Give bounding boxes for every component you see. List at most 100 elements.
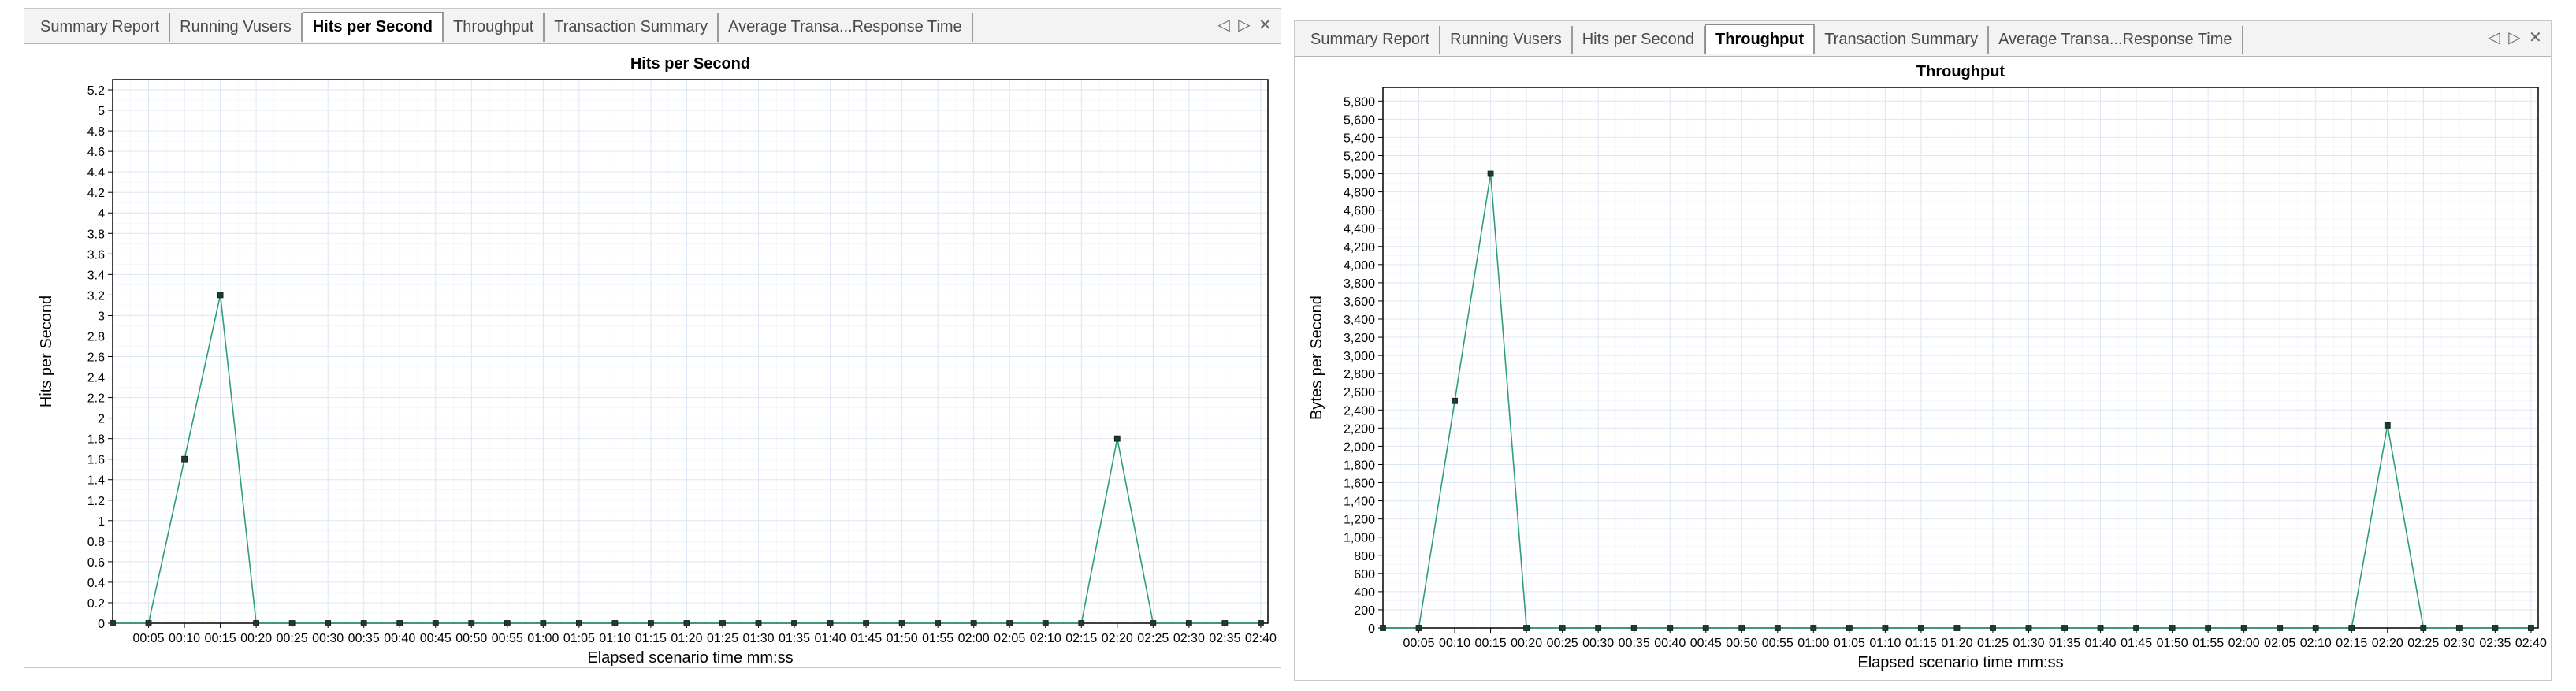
y-tick-label: 1.4 — [87, 474, 105, 488]
y-tick-label: 5,000 — [1344, 169, 1375, 182]
x-tick-label: 01:05 — [563, 632, 595, 645]
x-tick-label: 02:15 — [1065, 632, 1097, 645]
y-tick-label: 400 — [1354, 586, 1375, 600]
data-point — [1667, 625, 1674, 631]
x-tick-label: 01:45 — [850, 632, 882, 645]
tab-transaction-summary[interactable]: Transaction Summary — [545, 13, 719, 42]
x-tick-label: 00:25 — [277, 632, 308, 645]
x-tick-label: 02:35 — [1209, 632, 1240, 645]
data-point — [611, 620, 619, 626]
data-point — [1846, 625, 1853, 631]
y-axis-label: Bytes per Second — [1308, 295, 1325, 420]
data-point — [1221, 620, 1229, 626]
scroll-left-icon[interactable]: ◁ — [2488, 28, 2500, 47]
y-tick-label: 2 — [98, 413, 105, 426]
y-tick-label: 4 — [98, 207, 105, 221]
data-point — [2169, 625, 2176, 631]
data-point — [181, 455, 188, 463]
x-tick-label: 00:50 — [1726, 637, 1757, 650]
y-tick-label: 4,600 — [1344, 205, 1375, 218]
tab-summary-report[interactable]: Summary Report — [31, 13, 171, 42]
y-tick-label: 1,200 — [1344, 514, 1375, 527]
x-tick-label: 00:05 — [133, 632, 165, 645]
x-tick-label: 02:10 — [1030, 632, 1061, 645]
data-point — [1380, 625, 1386, 631]
x-tick-label: 01:50 — [887, 632, 918, 645]
x-tick-label: 02:20 — [1102, 632, 1133, 645]
y-tick-label: 0.4 — [87, 577, 105, 590]
x-tick-label: 00:35 — [348, 632, 380, 645]
scroll-right-icon[interactable]: ▷ — [1238, 15, 1251, 35]
x-tick-label: 00:10 — [1439, 637, 1470, 650]
data-point — [935, 620, 942, 626]
data-point — [540, 620, 547, 626]
scroll-left-icon[interactable]: ◁ — [1217, 15, 1230, 35]
y-tick-label: 0.6 — [87, 556, 105, 570]
data-point — [432, 620, 439, 626]
tab-average-transaction-response-time[interactable]: Average Transa...Response Time — [719, 13, 973, 42]
close-icon[interactable]: ✕ — [2529, 28, 2542, 47]
y-tick-label: 1,600 — [1344, 477, 1375, 491]
x-tick-label: 01:00 — [1797, 637, 1829, 650]
data-point — [863, 620, 869, 626]
tab-controls: ◁ ▷ ✕ — [1217, 15, 1271, 35]
data-point — [827, 620, 834, 626]
y-tick-label: 3,000 — [1344, 350, 1375, 363]
tab-throughput[interactable]: Throughput — [444, 13, 545, 42]
scroll-right-icon[interactable]: ▷ — [2508, 28, 2521, 47]
x-tick-label: 02:40 — [2515, 637, 2547, 650]
data-point — [145, 620, 152, 626]
data-point — [1990, 625, 1996, 631]
data-point — [504, 620, 511, 626]
x-tick-label: 01:15 — [1905, 637, 1937, 650]
x-tick-label: 01:35 — [2049, 637, 2080, 650]
data-point — [1774, 625, 1781, 631]
x-tick-label: 00:40 — [384, 632, 415, 645]
data-point — [468, 620, 475, 626]
y-tick-label: 3 — [98, 310, 105, 323]
x-tick-label: 01:10 — [599, 632, 630, 645]
x-tick-label: 01:55 — [2192, 637, 2224, 650]
data-point — [1523, 625, 1530, 631]
y-tick-label: 1,400 — [1344, 496, 1375, 509]
y-tick-label: 4,400 — [1344, 223, 1375, 236]
y-tick-label: 800 — [1354, 550, 1375, 563]
y-tick-label: 4.4 — [87, 166, 105, 180]
y-tick-label: 2,800 — [1344, 368, 1375, 381]
data-point — [791, 620, 797, 626]
x-tick-label: 00:20 — [1511, 637, 1542, 650]
y-axis-label: Hits per Second — [38, 295, 55, 407]
data-point — [1595, 625, 1602, 631]
x-tick-label: 00:15 — [205, 632, 236, 645]
data-point — [683, 620, 690, 626]
x-tick-label: 00:35 — [1619, 637, 1650, 650]
data-point — [253, 620, 260, 626]
tab-list: Summary Report Running Vusers Hits per S… — [1301, 24, 2243, 54]
data-point — [1702, 625, 1709, 631]
data-point — [2240, 625, 2247, 631]
x-tick-label: 01:55 — [922, 632, 953, 645]
plot-area-border — [1382, 87, 2539, 629]
x-tick-label: 00:45 — [1690, 637, 1722, 650]
tab-running-vusers[interactable]: Running Vusers — [170, 13, 303, 42]
tab-transaction-summary[interactable]: Transaction Summary — [1815, 26, 1990, 54]
data-point — [2025, 625, 2032, 631]
y-tick-label: 200 — [1354, 604, 1375, 618]
tab-hits-per-second[interactable]: Hits per Second — [302, 12, 444, 42]
data-point — [325, 620, 332, 626]
y-tick-label: 3,400 — [1344, 314, 1375, 327]
x-tick-label: 01:25 — [1977, 637, 2009, 650]
tab-summary-report[interactable]: Summary Report — [1301, 26, 1441, 54]
y-tick-label: 5,800 — [1344, 95, 1375, 109]
x-tick-label: 01:45 — [2121, 637, 2152, 650]
tab-throughput[interactable]: Throughput — [1705, 24, 1816, 54]
data-point — [1630, 625, 1637, 631]
y-tick-label: 1.2 — [87, 495, 105, 508]
data-point — [288, 620, 296, 626]
tab-hits-per-second[interactable]: Hits per Second — [1573, 26, 1706, 54]
tab-running-vusers[interactable]: Running Vusers — [1440, 26, 1573, 54]
y-tick-label: 3,600 — [1344, 295, 1375, 309]
tab-average-transaction-response-time[interactable]: Average Transa...Response Time — [1989, 26, 2243, 54]
y-tick-label: 600 — [1354, 568, 1375, 581]
close-icon[interactable]: ✕ — [1258, 15, 1272, 35]
